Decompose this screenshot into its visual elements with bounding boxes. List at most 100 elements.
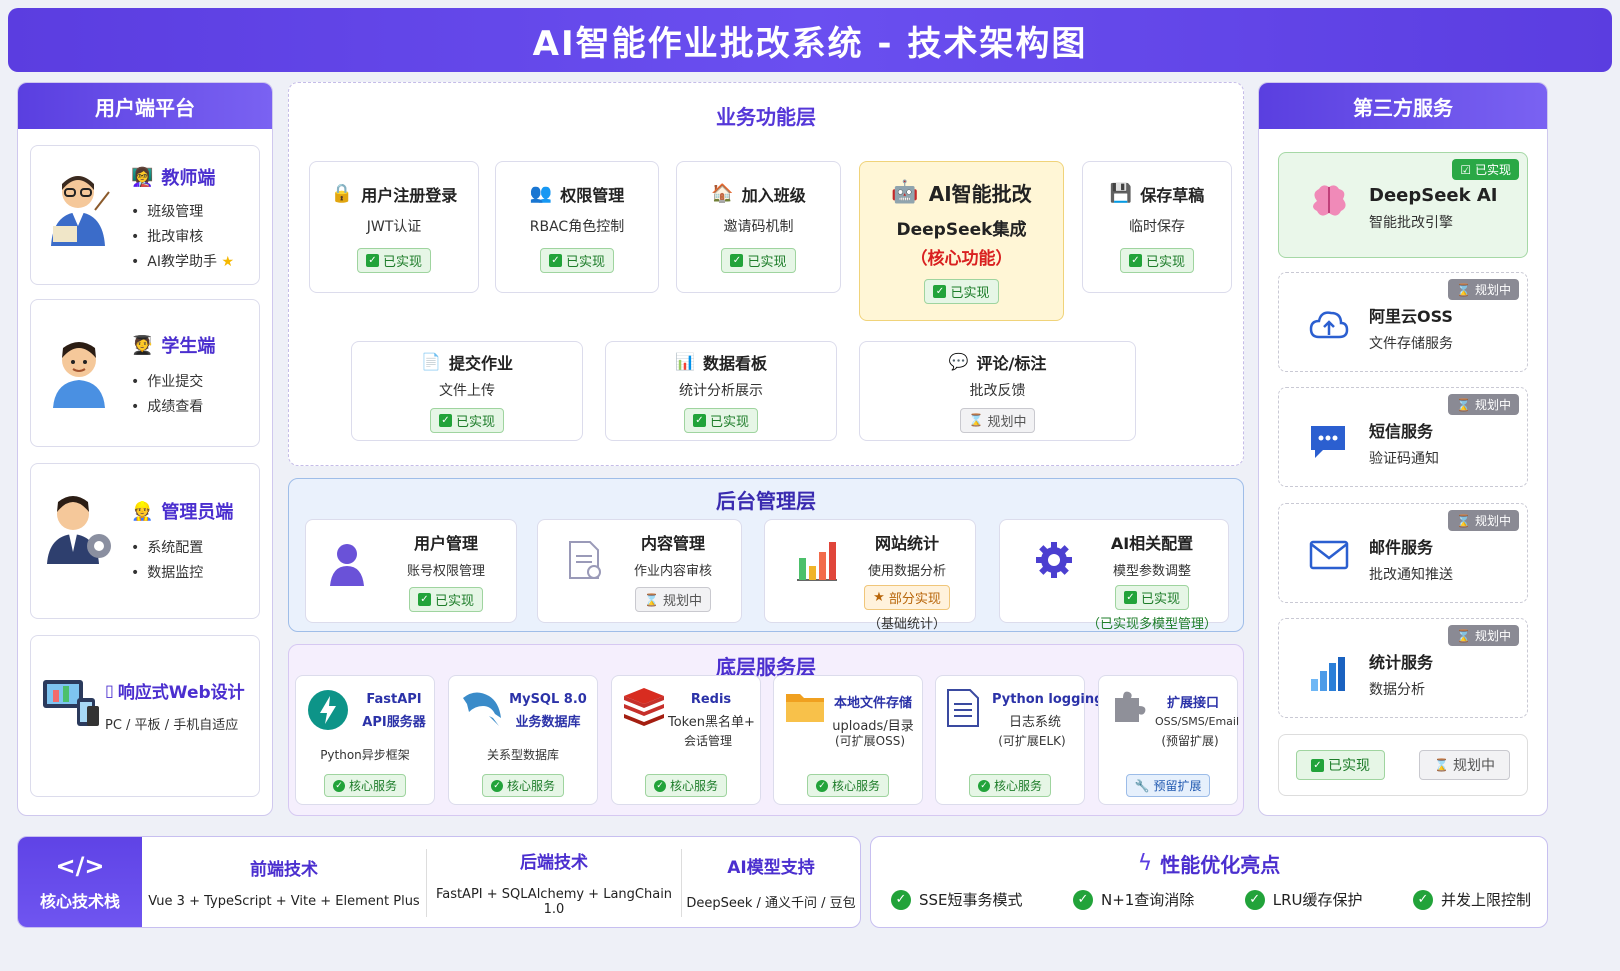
status-badge: ✓ 已实现 xyxy=(1114,585,1189,610)
status-label: 已实现 xyxy=(434,594,474,609)
cloud-icon xyxy=(1309,309,1349,345)
performance-bar: ϟ 性能优化亮点 ✓ SSE短事务模式 ✓ N+1查询消除 ✓ LRU缓存保护 ✓ 并发… xyxy=(870,836,1548,928)
performance-title: 性能优化亮点 xyxy=(1160,853,1281,877)
status-label: 规划中 xyxy=(1474,629,1511,643)
lightning-icon: ϟ xyxy=(1137,851,1153,876)
legend-label: 规划中 xyxy=(1452,758,1495,774)
hourglass-icon: ⌛ xyxy=(968,413,984,427)
third-party-card: ☑ 已实现 DeepSeek AI 智能批改引擎 xyxy=(1278,152,1528,258)
content-icon xyxy=(568,540,602,584)
teacher-feature-label: AI教学助手 xyxy=(147,254,217,270)
base-service-title2: Token黑名单+ xyxy=(668,715,755,730)
student-avatar xyxy=(49,336,109,408)
check-icon: ☑ xyxy=(1460,163,1472,177)
status-label: 已实现 xyxy=(382,254,422,270)
student-title: 学生端 xyxy=(161,336,216,357)
devices-icon xyxy=(41,676,101,728)
tech-stack-label: 核心技术栈 xyxy=(39,892,120,911)
stack-column-detail: Vue 3 + TypeScript + Vite + Element Plus xyxy=(148,894,420,909)
teacher-feature-item: 班级管理 xyxy=(131,201,234,221)
feature-subtitle: JWT认证 xyxy=(366,218,422,235)
feature-subtitle: 文件上传 xyxy=(439,382,495,399)
mail-icon xyxy=(1309,540,1349,574)
puzzle-icon xyxy=(1109,688,1147,730)
graduate-icon: 🧑‍🎓 xyxy=(131,334,154,356)
base-service-card: Python logging 日志系统 (可扩展ELK) ✓ 核心服务 xyxy=(935,675,1104,805)
status-label: 已实现 xyxy=(455,414,495,430)
feature-card-save-draft: 💾 保存草稿 临时保存 ✓ 已实现 xyxy=(1082,161,1232,293)
feature-title: 提交作业 xyxy=(448,353,513,373)
admin-icon: 👷 xyxy=(131,500,154,522)
feature-subtitle: 邀请码机制 xyxy=(723,218,794,235)
status-label: 规划中 xyxy=(1474,398,1511,412)
student-card: 🧑‍🎓 学生端 作业提交 成绩查看 xyxy=(30,299,260,447)
feature-card-ai-grading: 🤖 AI智能批改 DeepSeek集成 （核心功能） ✓ 已实现 xyxy=(859,161,1064,321)
third-party-card: ⌛ 规划中 统计服务 数据分析 xyxy=(1278,618,1528,718)
stack-column-detail: DeepSeek / 通义千问 / 豆包 xyxy=(686,896,856,911)
base-service-desc: (可扩展OSS) xyxy=(834,734,906,748)
perf-item: ✓ 并发上限控制 xyxy=(1412,889,1531,910)
backend-title: 用户管理 xyxy=(413,534,478,553)
stack-column-title: 后端技术 xyxy=(520,852,588,873)
document-icon: 📄 xyxy=(421,352,441,371)
hourglass-icon: ⌛ xyxy=(1456,514,1472,528)
backend-subtitle: 使用数据分析 xyxy=(867,564,946,579)
service-tag-label: 核心服务 xyxy=(506,779,555,793)
backend-card-ai-config: AI相关配置 模型参数调整 ✓ 已实现 （已实现多模型管理） xyxy=(999,519,1229,632)
feature-title: 用户注册登录 xyxy=(361,185,458,205)
legend-implemented: ✓ 已实现 xyxy=(1296,750,1385,780)
business-layer-title: 业务功能层 xyxy=(716,105,816,129)
base-service-title: FastAPI xyxy=(366,692,422,707)
check-circle-icon: ✓ xyxy=(332,779,345,792)
check-icon: ✓ xyxy=(1128,253,1142,267)
admin-feature-item: 系统配置 xyxy=(131,537,203,557)
service-tag: 🔧 预留扩展 xyxy=(1125,774,1211,797)
perf-item-label: N+1查询消除 xyxy=(1100,891,1195,909)
admin-feature-item: 数据监控 xyxy=(131,562,203,582)
service-tag-label: 预留扩展 xyxy=(1153,779,1202,793)
status-badge: ✓ 已实现 xyxy=(683,407,758,433)
base-service-desc: (预留扩展) xyxy=(1161,734,1219,748)
base-service-desc: (可扩展ELK) xyxy=(998,734,1066,748)
check-icon: ✓ xyxy=(730,253,744,267)
status-label: 规划中 xyxy=(662,594,702,609)
student-feature-item: 作业提交 xyxy=(131,371,203,391)
feature-subtitle: 临时保存 xyxy=(1129,218,1185,235)
teacher-avatar xyxy=(45,170,111,246)
feature-subtitle: RBAC角色控制 xyxy=(529,218,625,235)
perf-item-label: SSE短事务模式 xyxy=(919,891,1023,909)
check-icon: ✓ xyxy=(438,413,452,427)
backend-title: 内容管理 xyxy=(640,534,705,553)
feature-title: 权限管理 xyxy=(560,185,625,205)
base-service-title2: OSS/SMS/Email xyxy=(1155,715,1240,728)
feature-subtitle: 批改反馈 xyxy=(969,382,1026,399)
status-label: 部分实现 xyxy=(888,592,941,607)
base-service-title: Python logging xyxy=(992,692,1104,707)
teacher-feature-item: 批改审核 xyxy=(131,226,234,246)
status-badge: ⌛ 规划中 xyxy=(1448,510,1519,531)
base-service-title2: 业务数据库 xyxy=(515,715,581,730)
check-circle-icon: ✓ xyxy=(1412,889,1433,910)
third-party-subtitle: 验证码通知 xyxy=(1369,451,1439,467)
status-badge: ⌛ 规划中 xyxy=(635,587,711,612)
responsive-card: ▯ 响应式Web设计 PC / 平板 / 手机自适应 xyxy=(30,635,260,797)
base-service-desc: 关系型数据库 xyxy=(486,748,559,762)
backend-subtitle: 模型参数调整 xyxy=(1112,564,1191,579)
stats-icon xyxy=(795,538,839,586)
base-service-title2: 日志系统 xyxy=(1008,715,1061,730)
check-circle-icon: ✓ xyxy=(490,779,503,792)
legend-label: 已实现 xyxy=(1328,758,1370,774)
third-party-header: 第三方服务 xyxy=(1259,83,1547,129)
base-service-title: 扩展接口 xyxy=(1166,696,1219,711)
service-tag: ✓ 核心服务 xyxy=(323,774,406,797)
check-circle-icon: ✓ xyxy=(891,889,911,910)
service-tag: ✓ 核心服务 xyxy=(806,774,889,797)
user-icon xyxy=(328,542,366,590)
check-icon: ✓ xyxy=(1123,591,1137,604)
status-badge: ★ 部分实现 xyxy=(864,585,950,610)
status-label: 规划中 xyxy=(1474,283,1511,297)
backend-layer: 后台管理层 用户管理 账号权限管理 ✓ 已实现 内容管理 作业内容审核 ⌛ 规划中 … xyxy=(288,478,1244,632)
perf-item: ✓ SSE短事务模式 xyxy=(891,889,1023,910)
third-party-card: ⌛ 规划中 邮件服务 批改通知推送 xyxy=(1278,503,1528,603)
feature-title: 保存草稿 xyxy=(1140,185,1205,205)
